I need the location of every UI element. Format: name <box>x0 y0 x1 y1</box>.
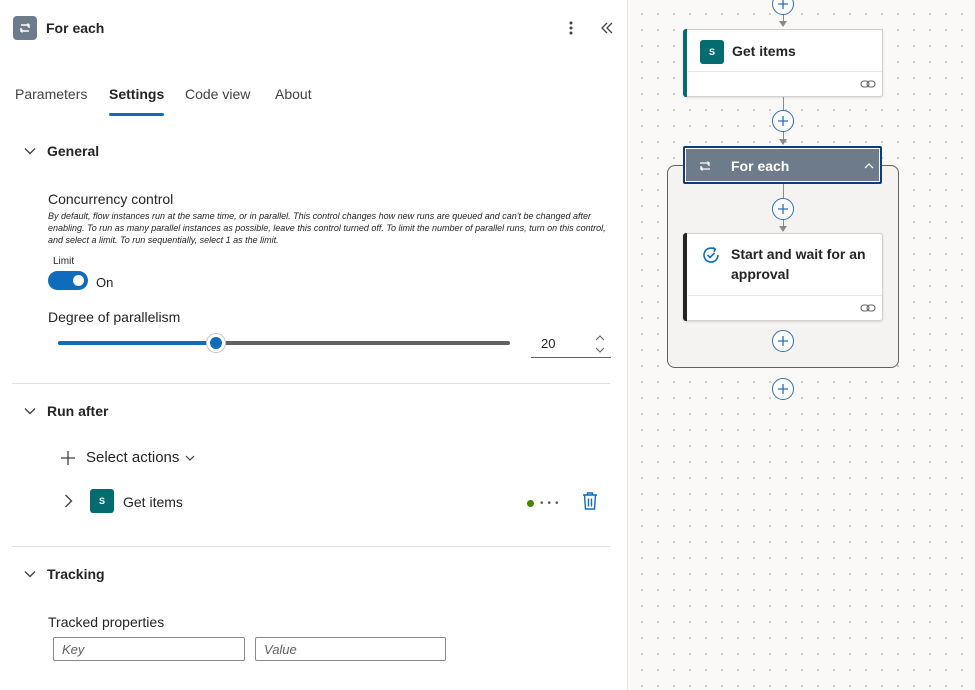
active-tab-indicator <box>109 113 165 116</box>
slider-thumb[interactable] <box>207 334 226 352</box>
add-icon <box>778 384 788 394</box>
chevron-down-icon <box>24 408 36 415</box>
chevron-up-icon[interactable] <box>593 332 607 344</box>
more-statuses-icon: ••• <box>540 498 563 509</box>
chevron-down-icon[interactable] <box>593 344 607 356</box>
tab-settings[interactable]: Settings <box>109 86 165 116</box>
parallelism-spinbutton[interactable]: 20 <box>531 330 611 358</box>
run-after-action-row: S Get items ••• <box>60 488 610 514</box>
delete-icon[interactable] <box>581 491 599 511</box>
panel-header: For each <box>13 16 613 42</box>
chevron-up-icon[interactable] <box>863 160 875 172</box>
run-after-action-label: Get items <box>123 494 183 510</box>
section-run-after-heading: Run after <box>47 403 109 419</box>
status-success-icon <box>527 500 534 507</box>
slider-fill <box>58 341 217 345</box>
parallelism-value: 20 <box>541 336 556 351</box>
approval-card[interactable]: Start and wait for an approval <box>683 233 883 321</box>
sharepoint-icon: S <box>700 40 724 64</box>
add-icon <box>778 204 788 214</box>
approval-icon <box>703 246 719 263</box>
properties-panel: For each Parameters Settings Code view A… <box>0 0 628 690</box>
concurrency-toggle[interactable] <box>48 271 88 290</box>
section-general-toggle[interactable]: General <box>22 143 99 159</box>
select-actions-label: Select actions <box>86 449 180 466</box>
section-run-after-toggle[interactable]: Run after <box>22 403 108 419</box>
chevron-right-icon[interactable] <box>60 493 76 509</box>
card-divider <box>688 71 882 72</box>
concurrency-label: Concurrency control <box>48 191 174 207</box>
get-items-title: Get items <box>732 43 796 59</box>
add-icon <box>778 336 788 346</box>
approval-title: Start and wait for an approval <box>731 246 866 282</box>
tab-parameters[interactable]: Parameters <box>15 86 87 102</box>
foreach-header[interactable]: For each <box>683 146 882 184</box>
section-general-heading: General <box>47 143 100 159</box>
connector-arrow <box>779 226 787 232</box>
section-tracking-toggle[interactable]: Tracking <box>22 566 105 582</box>
parallelism-label: Degree of parallelism <box>48 309 181 325</box>
chevron-down-icon <box>24 571 36 578</box>
limit-label: Limit <box>53 256 75 267</box>
connector-arrow <box>779 21 787 27</box>
tracked-value-input[interactable] <box>255 637 446 661</box>
connector-arrow <box>779 139 787 145</box>
card-accent-bar <box>683 233 687 321</box>
section-tracking-heading: Tracking <box>47 566 105 582</box>
insert-step-button[interactable] <box>772 330 794 352</box>
card-divider <box>688 295 882 296</box>
foreach-title: For each <box>731 158 790 174</box>
select-actions-button[interactable]: Select actions <box>60 449 195 466</box>
run-after-status-options[interactable]: ••• <box>527 498 563 509</box>
chevron-down-icon <box>24 148 36 155</box>
add-icon <box>778 116 788 126</box>
concurrency-description: By default, flow instances run at the sa… <box>48 211 606 245</box>
get-items-card[interactable]: S Get items <box>683 29 883 97</box>
tab-code-view[interactable]: Code view <box>185 86 250 102</box>
more-options-icon[interactable] <box>563 16 579 40</box>
link-icon <box>860 304 876 312</box>
tab-settings-label: Settings <box>109 86 165 102</box>
tracked-key-input[interactable] <box>53 637 245 661</box>
insert-step-button[interactable] <box>772 110 794 132</box>
tracked-properties-label: Tracked properties <box>48 614 165 630</box>
card-accent-bar <box>683 29 687 97</box>
chevron-down-icon <box>185 455 195 461</box>
panel-title: For each <box>46 20 105 36</box>
divider <box>12 383 610 384</box>
add-icon <box>778 0 788 9</box>
insert-step-button[interactable] <box>772 378 794 400</box>
add-icon <box>61 450 75 465</box>
parallelism-slider[interactable] <box>58 334 510 352</box>
loop-icon <box>700 161 710 171</box>
toggle-state-label: On <box>96 275 114 290</box>
loop-icon <box>13 16 37 40</box>
divider <box>12 546 610 547</box>
tab-about[interactable]: About <box>275 86 312 102</box>
toggle-knob <box>73 275 84 286</box>
collapse-panel-icon[interactable] <box>597 16 617 40</box>
sharepoint-icon: S <box>90 489 114 513</box>
link-icon <box>860 80 876 88</box>
insert-step-button[interactable] <box>772 198 794 220</box>
